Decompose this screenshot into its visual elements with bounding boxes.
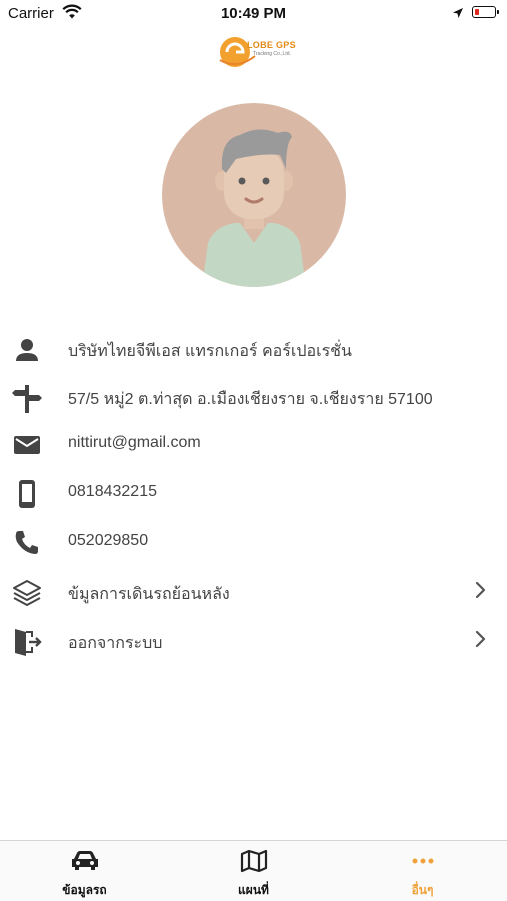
- status-bar: Carrier 10:49 PM: [0, 0, 507, 28]
- globe-gps-logo: LOBE GPS Tracking Co.,Ltd.: [215, 30, 296, 74]
- tab-map-label: แผนที่: [238, 883, 269, 897]
- car-icon: [70, 849, 100, 873]
- more-icon: [408, 849, 438, 873]
- location-arrow-icon: [452, 6, 464, 24]
- signpost-icon: [12, 383, 42, 413]
- tab-vehicle-info-label: ข้อมูลรถ: [62, 883, 107, 897]
- phone-row: 052029850: [0, 520, 507, 564]
- tab-more[interactable]: อื่นๆ: [338, 841, 507, 901]
- trip-history-label: ข้มูลการเดินรถย้อนหลัง: [68, 586, 230, 603]
- trip-history-menu-item[interactable]: ข้มูลการเดินรถย้อนหลัง: [0, 570, 507, 614]
- company-name: บริษัทไทยจีพีเอส แทรกเกอร์ คอร์เปอเรชั่น: [68, 343, 352, 360]
- mobile-row: 0818432215: [0, 471, 507, 515]
- layers-icon: [12, 578, 42, 608]
- mobile-number: 0818432215: [68, 483, 157, 500]
- logo-subtitle: Tracking Co.,Ltd.: [253, 51, 291, 57]
- logout-menu-item[interactable]: ออกจากระบบ: [0, 619, 507, 663]
- logout-icon: [12, 627, 42, 657]
- person-icon: [12, 335, 42, 365]
- chevron-right-icon: [470, 580, 490, 600]
- tab-bar: ข้อมูลรถ แผนที่ อื่นๆ: [0, 840, 507, 901]
- logout-label: ออกจากระบบ: [68, 635, 163, 652]
- logo-text: LOBE GPS: [247, 40, 296, 50]
- company-name-row: บริษัทไทยจีพีเอส แทรกเกอร์ คอร์เปอเรชั่น: [0, 327, 507, 371]
- tab-more-label: อื่นๆ: [411, 883, 434, 897]
- email: nittirut@gmail.com: [68, 434, 201, 451]
- tab-map[interactable]: แผนที่: [169, 841, 338, 901]
- phone-number: 052029850: [68, 532, 149, 549]
- chevron-right-icon: [470, 629, 490, 649]
- mail-icon: [12, 430, 42, 460]
- status-time: 10:49 PM: [220, 5, 287, 22]
- address: 57/5 หมู่2 ต.ท่าสุด อ.เมืองเชียงราย จ.เช…: [68, 391, 433, 408]
- avatar: [162, 103, 346, 287]
- mobile-phone-icon: [12, 479, 42, 509]
- address-row: 57/5 หมู่2 ต.ท่าสุด อ.เมืองเชียงราย จ.เช…: [0, 375, 507, 419]
- phone-icon: [12, 528, 42, 558]
- map-icon: [239, 849, 269, 873]
- battery-icon: [472, 6, 499, 18]
- email-row: nittirut@gmail.com: [0, 422, 507, 466]
- tab-vehicle-info[interactable]: ข้อมูลรถ: [0, 841, 169, 901]
